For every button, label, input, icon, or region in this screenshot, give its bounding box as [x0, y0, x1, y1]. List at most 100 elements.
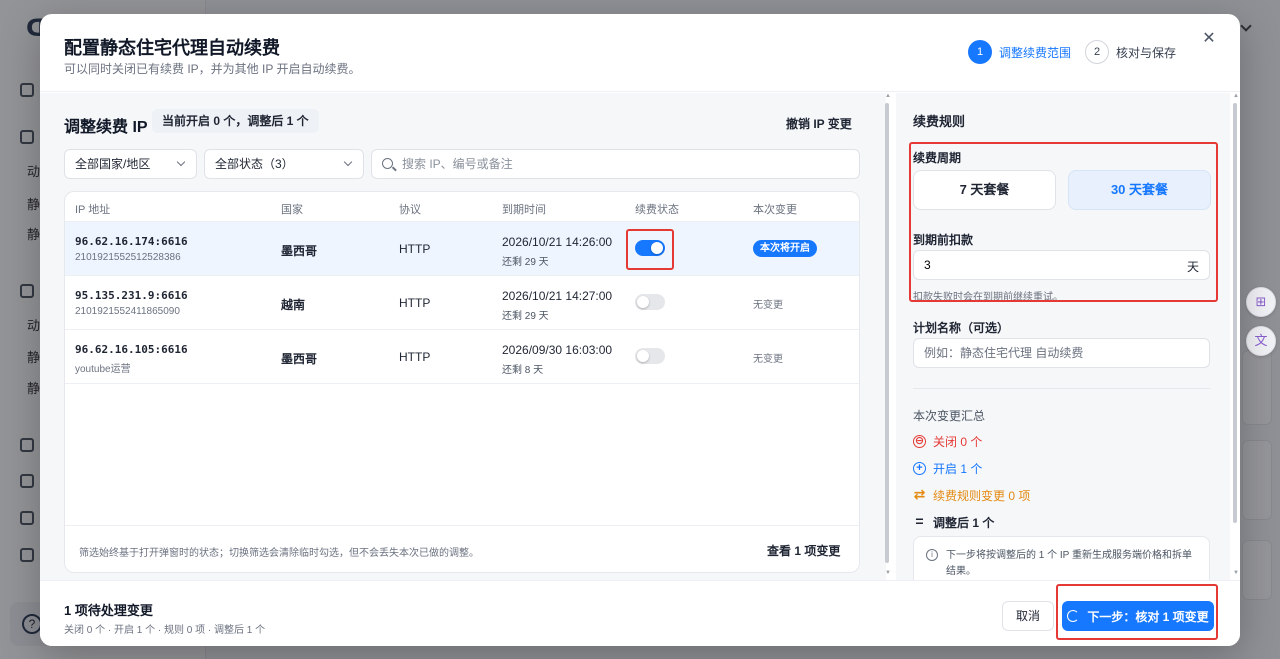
plan-name-input[interactable]	[924, 339, 1204, 367]
right-scrollbar[interactable]: ▲ ▼	[1232, 93, 1240, 580]
period-label: 续费周期	[913, 151, 962, 165]
summary-rules-text: 续费规则变更 0 项	[933, 489, 1031, 503]
scrollbar-thumb[interactable]	[885, 103, 889, 563]
chevron-down-icon	[343, 157, 353, 167]
modal-subtitle: 可以同时关闭已有续费 IP，并为其他 IP 开启自动续费。	[64, 62, 361, 76]
renew-rules-pane: 续费规则 续费周期 7 天套餐 30 天套餐 到期前扣款 天 扣款失败时会在到期…	[896, 93, 1230, 596]
step-label: 核对与保存	[1116, 45, 1177, 60]
column-header: IP 地址	[75, 204, 111, 216]
scroll-up-icon[interactable]: ▲	[884, 93, 892, 99]
cancel-button[interactable]: 取消	[1002, 601, 1054, 631]
modal-title: 配置静态住宅代理自动续费	[64, 38, 280, 58]
step-number: 2	[1085, 40, 1109, 64]
expiry-time: 2026/10/21 14:27:00	[502, 289, 613, 303]
renew-toggle[interactable]	[635, 240, 665, 256]
column-header: 到期时间	[502, 204, 546, 216]
country-filter-select[interactable]: 全部国家/地区	[64, 149, 197, 179]
count-pill: 当前开启 0 个，调整后 1 个	[152, 109, 319, 133]
plus-circle-icon: +	[913, 462, 926, 475]
renew-ip-pane: 调整续费 IP 当前开启 0 个，调整后 1 个 撤销 IP 变更 全部国家/地…	[40, 93, 886, 580]
ip-id: 2101921552512528386	[75, 252, 181, 263]
summary-after: = 调整后 1 个	[913, 514, 994, 531]
close-icon[interactable]: ✕	[1200, 30, 1218, 48]
column-header: 续费状态	[635, 204, 679, 216]
table-row[interactable]: 96.62.16.174:6616 2101921552512528386 墨西…	[65, 222, 859, 276]
scrollbar-thumb[interactable]	[1233, 103, 1237, 523]
swap-icon: ⇄	[913, 486, 926, 502]
apps-add-icon[interactable]: ⊞	[1246, 287, 1276, 317]
change-status: 无变更	[753, 354, 783, 365]
plan-30-day-button[interactable]: 30 天套餐	[1068, 170, 1211, 210]
equals-icon: =	[915, 513, 924, 529]
translate-icon[interactable]: 文	[1246, 326, 1276, 356]
change-badge: 本次将开启	[753, 240, 817, 257]
ip-address: 96.62.16.105:6616	[75, 343, 188, 356]
renew-toggle[interactable]	[635, 294, 665, 310]
modal-footer: 1 项待处理变更 关闭 0 个 · 开启 1 个 · 规则 0 项 · 调整后 …	[40, 580, 1240, 646]
search-icon	[382, 158, 393, 169]
summary-rules: ⇄ 续费规则变更 0 项	[913, 486, 1031, 504]
ip-id: 2101921552411865090	[75, 306, 180, 317]
next-step-label: 下一步：核对 1 项变更	[1087, 609, 1209, 624]
ip-address: 96.62.16.174:6616	[75, 235, 188, 248]
step-label: 调整续费范围	[999, 45, 1072, 60]
table-row[interactable]: 95.135.231.9:6616 2101921552411865090 越南…	[65, 276, 859, 330]
step-number: 1	[968, 40, 992, 64]
deduct-days-input[interactable]	[924, 251, 1164, 279]
section-title: 调整续费 IP	[64, 119, 148, 136]
modal-header: 配置静态住宅代理自动续费 可以同时关闭已有续费 IP，并为其他 IP 开启自动续…	[40, 14, 1240, 92]
minus-circle-icon: ⊖	[913, 435, 926, 448]
scroll-up-icon[interactable]: ▲	[1232, 93, 1240, 99]
next-step-button[interactable]: 下一步：核对 1 项变更	[1062, 601, 1214, 631]
expiry-time: 2026/10/21 14:26:00	[502, 235, 613, 249]
step-review-save[interactable]: 2 核对与保存	[1085, 40, 1176, 64]
auto-renew-modal: 配置静态住宅代理自动续费 可以同时关闭已有续费 IP，并为其他 IP 开启自动续…	[40, 14, 1240, 646]
remaining-days: 还剩 8 天	[502, 365, 544, 376]
summary-close-text: 关闭 0 个	[933, 435, 983, 449]
summary-close: ⊖ 关闭 0 个	[913, 433, 982, 450]
table-footer: 筛选始终基于打开弹窗时的状态；切换筛选会清除临时勾选，但不会丢失本次已做的调整。…	[65, 525, 859, 572]
ip-table: IP 地址 国家 协议 到期时间 续费状态 本次变更 96.62.16.174:…	[64, 191, 860, 573]
status-filter-select[interactable]: 全部状态（3）	[204, 149, 364, 179]
column-header: 国家	[281, 204, 303, 216]
protocol: HTTP	[399, 242, 431, 256]
scroll-down-icon[interactable]: ▼	[1232, 570, 1240, 576]
search-input[interactable]	[402, 150, 852, 178]
country-filter-value: 全部国家/地区	[75, 157, 151, 171]
summary-after-text: 调整后 1 个	[933, 516, 995, 530]
protocol: HTTP	[399, 296, 431, 310]
summary-open-text: 开启 1 个	[933, 462, 983, 476]
expiry-time: 2026/09/30 16:03:00	[502, 343, 613, 357]
column-header: 协议	[399, 204, 421, 216]
days-unit: 天	[1186, 260, 1199, 274]
view-changes-button[interactable]: 查看 1 项变更	[767, 542, 840, 559]
summary-title: 本次变更汇总	[913, 409, 986, 423]
status-filter-value: 全部状态（3）	[215, 157, 294, 171]
divider	[913, 388, 1210, 389]
deduct-hint: 扣款失败时会在到期前继续重试。	[913, 292, 1063, 303]
undo-ip-changes-button[interactable]: 撤销 IP 变更	[786, 115, 852, 132]
pending-changes-detail: 关闭 0 个 · 开启 1 个 · 规则 0 项 · 调整后 1 个	[64, 625, 266, 636]
info-icon: i	[926, 549, 938, 561]
filter-note: 筛选始终基于打开弹窗时的状态；切换筛选会清除临时勾选，但不会丢失本次已做的调整。	[79, 548, 479, 559]
chevron-down-icon	[176, 157, 186, 167]
scroll-down-icon[interactable]: ▼	[884, 570, 892, 576]
ip-address: 95.135.231.9:6616	[75, 289, 188, 302]
plan-name-field	[913, 338, 1210, 368]
plan-name-label: 计划名称（可选）	[913, 321, 1010, 335]
plan-7-day-button[interactable]: 7 天套餐	[913, 170, 1056, 210]
left-scrollbar[interactable]: ▲ ▼	[884, 93, 892, 580]
protocol: HTTP	[399, 350, 431, 364]
ip-remark: youtube运营	[75, 364, 131, 375]
country: 墨西哥	[281, 352, 318, 366]
change-status: 无变更	[753, 300, 783, 311]
renew-toggle[interactable]	[635, 348, 665, 364]
step-adjust-scope[interactable]: 1 调整续费范围	[968, 40, 1071, 64]
remaining-days: 还剩 29 天	[502, 311, 549, 322]
search-box	[371, 149, 860, 179]
country: 越南	[281, 298, 306, 312]
pending-changes-title: 1 项待处理变更	[64, 603, 153, 618]
table-header: IP 地址 国家 协议 到期时间 续费状态 本次变更	[65, 192, 859, 222]
column-header: 本次变更	[753, 204, 797, 216]
table-row[interactable]: 96.62.16.105:6616 youtube运营 墨西哥 HTTP 202…	[65, 330, 859, 384]
